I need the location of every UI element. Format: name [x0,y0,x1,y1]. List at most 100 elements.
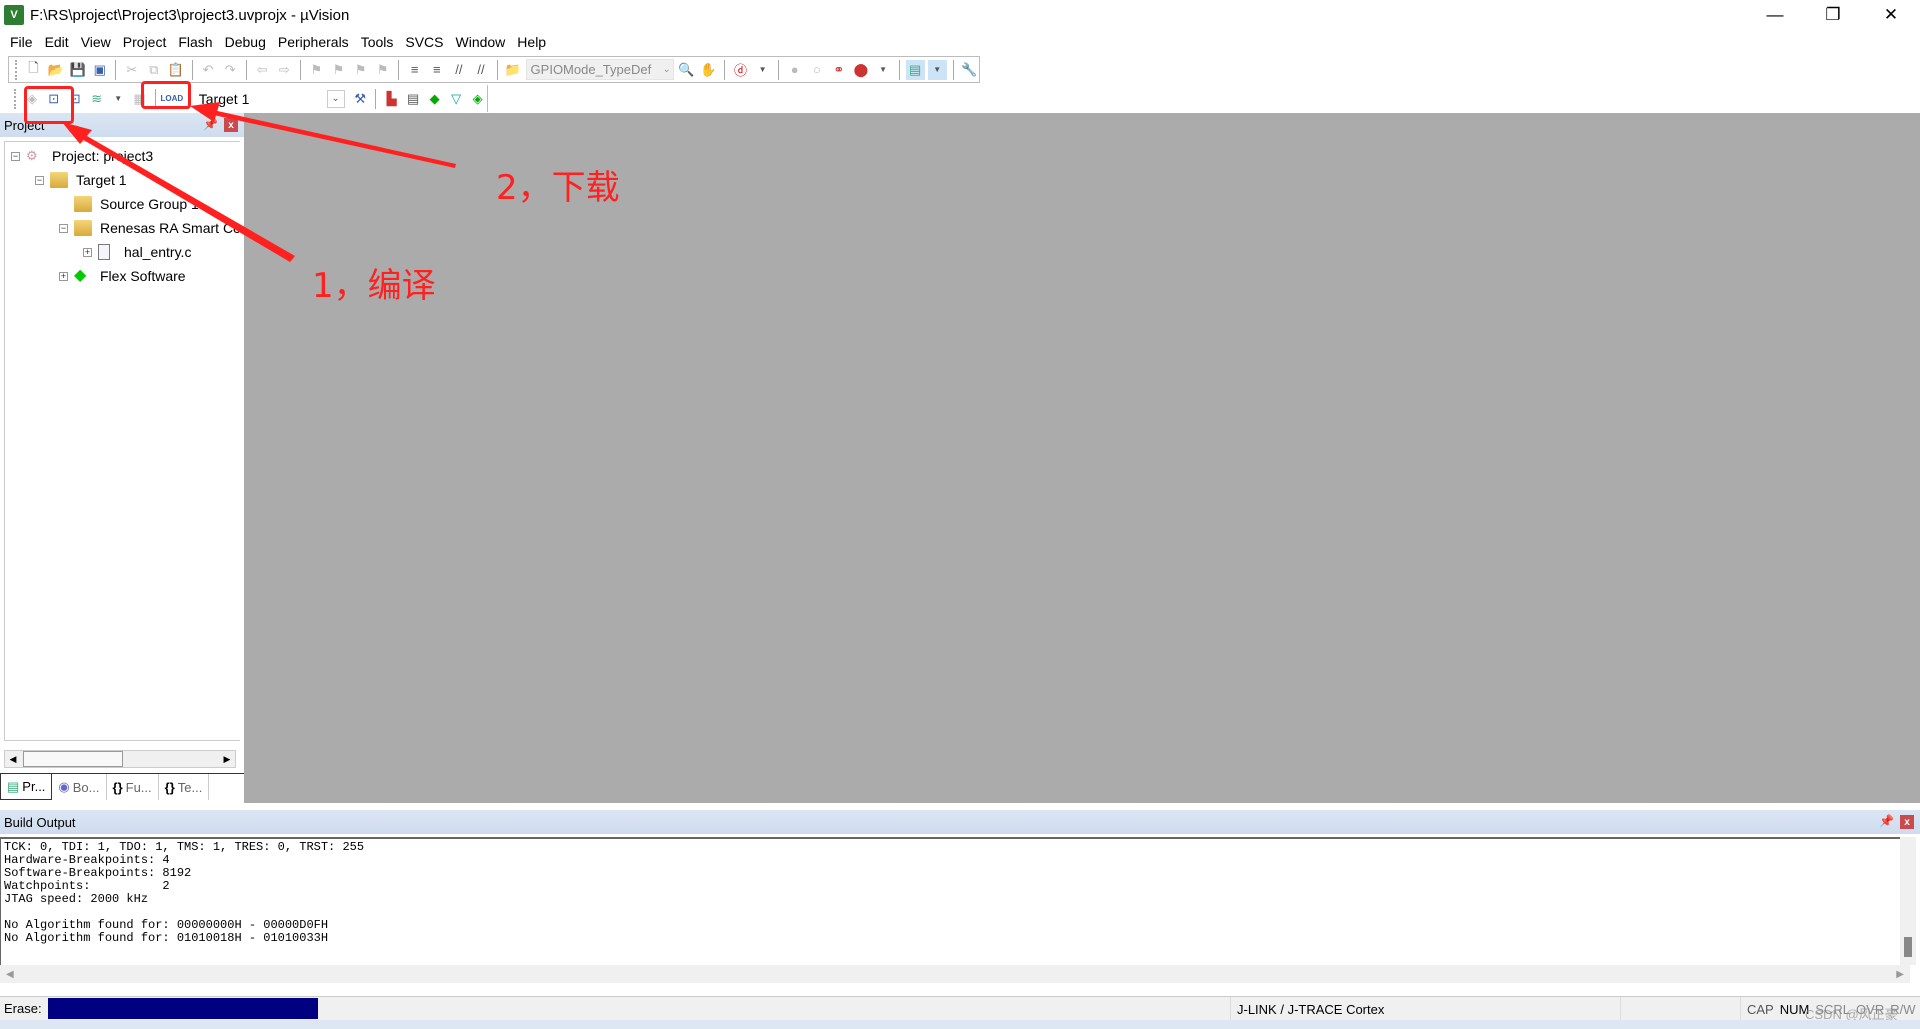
menu-project[interactable]: Project [117,30,173,54]
toolbar-grip[interactable] [15,59,18,80]
scroll-left-icon[interactable]: ◀ [5,751,21,767]
tab-functions[interactable]: {} Fu... [107,774,159,800]
build-output-text[interactable]: TCK: 0, TDI: 1, TDO: 1, TMS: 1, TRES: 0,… [0,837,1900,965]
tree-node-project[interactable]: − ⚙ Project: project3 [11,146,153,166]
indent-icon[interactable]: ≡ [405,60,424,80]
build-output-header: Build Output 📌 x [0,810,1920,834]
close-icon[interactable]: x [224,118,238,132]
save-all-icon[interactable]: ▣ [90,60,109,80]
menu-edit[interactable]: Edit [39,30,75,54]
menu-debug[interactable]: Debug [219,30,272,54]
books-tab-icon: ◉ [58,779,70,794]
scroll-thumb[interactable] [23,751,123,767]
menu-svcs[interactable]: SVCS [399,30,449,54]
window-layout-icon[interactable]: ▤ [905,59,925,80]
target-select[interactable]: Target 1 ⌄ [194,87,345,110]
cap-indicator: CAP [1747,1001,1774,1017]
menu-view[interactable]: View [75,30,117,54]
manage-project-items-icon[interactable]: ▙ [382,89,401,109]
separator [245,59,247,80]
redo-icon[interactable]: ↷ [221,60,240,80]
menu-tools[interactable]: Tools [355,30,400,54]
find-combo[interactable]: GPIOMode_TypeDef ⌄ [525,59,674,80]
collapse-icon[interactable]: − [35,175,44,185]
project-tab-icon: ▤ [7,778,20,794]
scroll-left-icon[interactable]: ◀ [6,969,14,980]
options-for-target-icon[interactable]: ⚒ [351,89,370,109]
menu-help[interactable]: Help [511,30,552,54]
tree-node-flex-software[interactable]: + ◆ Flex Software [59,266,186,286]
expand-icon[interactable]: + [59,271,68,281]
clear-bookmarks-icon[interactable]: ⚑ [373,60,392,80]
collapse-icon[interactable]: − [11,151,20,161]
collapse-icon[interactable]: − [59,223,68,233]
paste-icon[interactable]: 📋 [166,60,185,80]
separator [375,88,377,109]
toolbar-grip[interactable] [14,88,17,109]
chevron-down-icon[interactable]: ⌄ [326,89,345,108]
debug-session-icon[interactable]: ⓓ [731,60,750,80]
horizontal-scrollbar[interactable]: ◀ ▶ [0,965,1910,983]
chevron-down-icon[interactable]: ▼ [927,59,947,80]
expand-icon[interactable]: + [83,247,92,257]
next-bookmark-icon[interactable]: ⚑ [351,60,370,80]
tree-node-source-group[interactable]: Source Group 1 [74,194,199,214]
uncomment-icon[interactable]: // [471,60,490,80]
undo-icon[interactable]: ↶ [199,60,218,80]
menu-bar: File Edit View Project Flash Debug Perip… [0,30,1920,54]
configure-icon[interactable]: 🔧 [960,60,979,80]
incremental-find-icon[interactable]: 🔍 [677,60,696,80]
chevron-down-icon[interactable]: ▼ [109,89,128,109]
breakpoint-icon[interactable]: ● [785,60,804,80]
annotation-step1: 1，编译 [312,266,436,306]
nav-back-icon[interactable]: ⇦ [253,60,272,80]
unindent-icon[interactable]: ≡ [427,60,446,80]
pack-installer-icon[interactable]: ▽ [447,89,466,109]
menu-peripherals[interactable]: Peripherals [272,30,355,54]
prev-bookmark-icon[interactable]: ⚑ [329,60,348,80]
folder-icon [74,196,92,212]
find-in-files-icon[interactable]: 📁 [503,60,522,80]
tree-node-hal-entry[interactable]: + hal_entry.c [83,242,191,262]
select-packs-icon[interactable]: ▤ [404,89,423,109]
tab-templates[interactable]: {} Te... [159,774,210,800]
horizontal-scrollbar[interactable]: ◀ ▶ [4,750,236,768]
disable-all-breakpoints-icon[interactable]: ⚭ [829,60,848,80]
menu-flash[interactable]: Flash [172,30,218,54]
open-file-icon[interactable]: 📂 [46,60,65,80]
comment-icon[interactable]: // [449,60,468,80]
vertical-scrollbar[interactable] [1900,837,1916,965]
tree-node-target[interactable]: − Target 1 [35,170,127,190]
debugger-name: J-LINK / J-TRACE Cortex [1237,1001,1385,1017]
find-icon[interactable]: ✋ [699,60,718,80]
tree-node-renesas[interactable]: − Renesas RA Smart Co [59,218,240,238]
tab-books[interactable]: ◉ Bo... [52,774,107,800]
cut-icon[interactable]: ✂ [122,60,141,80]
build-output-panel: Build Output 📌 x TCK: 0, TDI: 1, TDO: 1,… [0,810,1920,996]
close-button[interactable]: ✕ [1862,0,1920,30]
bookmark-icon[interactable]: ⚑ [307,60,326,80]
new-file-icon[interactable]: 🗋 [24,60,43,80]
batch-build-icon[interactable]: ≋ [87,89,106,109]
chevron-down-icon[interactable]: ▼ [753,60,772,80]
menu-window[interactable]: Window [450,30,512,54]
restore-button[interactable]: ❐ [1804,0,1862,30]
nav-forward-icon[interactable]: ⇨ [275,60,294,80]
kill-all-breakpoints-icon[interactable]: ⬤ [851,60,870,80]
pin-icon[interactable]: 📌 [1879,814,1894,828]
scroll-right-icon[interactable]: ▶ [1896,969,1904,980]
minimize-button[interactable]: — [1746,0,1804,30]
disable-breakpoint-icon[interactable]: ○ [807,60,826,80]
close-icon[interactable]: x [1900,815,1914,829]
menu-file[interactable]: File [4,30,39,54]
save-icon[interactable]: 💾 [68,60,87,80]
manage-rte-icon[interactable]: ◆ [425,89,444,109]
chevron-down-icon[interactable]: ▼ [874,60,893,80]
pin-icon[interactable]: 📌 [203,117,218,131]
software-packs-icon[interactable]: ◈ [468,89,487,109]
scroll-right-icon[interactable]: ▶ [219,751,235,767]
tab-project[interactable]: ▤ Pr... [0,774,53,800]
scroll-thumb[interactable] [1904,937,1912,957]
chevron-down-icon[interactable]: ⌄ [662,64,670,75]
copy-icon[interactable]: ⧉ [144,60,163,80]
